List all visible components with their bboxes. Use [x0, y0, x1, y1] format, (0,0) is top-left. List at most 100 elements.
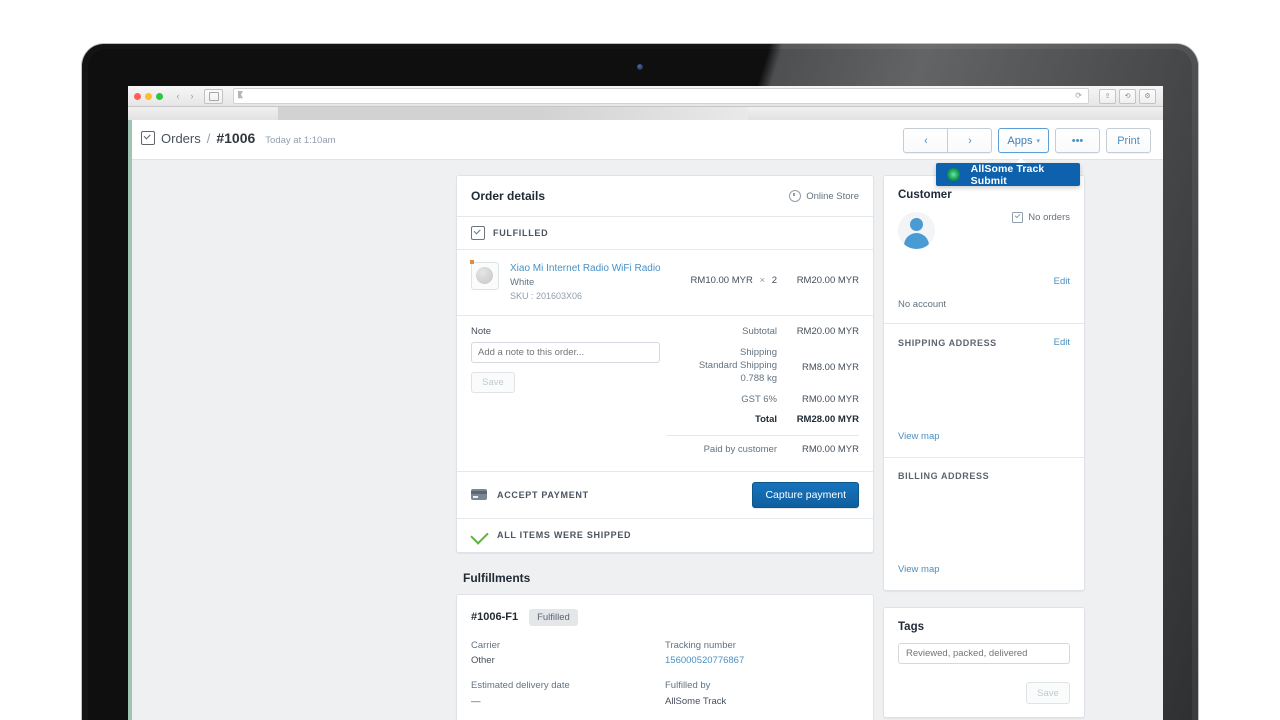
- allsome-dot-icon: [947, 168, 960, 181]
- tab-strip-right[interactable]: [538, 107, 748, 120]
- brand-accent-strip: [128, 120, 132, 720]
- breadcrumb: Orders / #1006 Today at 1:10am: [141, 130, 336, 146]
- sales-channel-label: Online Store: [806, 191, 859, 202]
- print-button[interactable]: Print: [1106, 128, 1151, 153]
- topbar-actions: ‹ › Apps ▾ ••• Print: [903, 128, 1151, 153]
- page-title: #1006: [216, 130, 255, 146]
- customer-edit-wrap: Edit: [898, 271, 1070, 289]
- line-item: Xiao Mi Internet Radio WiFi Radio White …: [457, 250, 873, 315]
- apps-dropdown-menu[interactable]: AllSome Track Submit: [936, 163, 1080, 186]
- settings-icon[interactable]: ⚙: [1139, 89, 1156, 104]
- status-badge: FULFILLED: [493, 228, 548, 238]
- billing-address-body: [898, 481, 1070, 559]
- customer-card: Customer No orders E: [883, 175, 1085, 591]
- fulfillment-details-row-2: Estimated delivery date — Fulfilled by A…: [457, 668, 873, 708]
- tracking-number-link[interactable]: 156000520776867: [665, 653, 859, 668]
- main-column: Order details Online Store FULFILLED: [456, 175, 874, 720]
- fulfillment-status-row: FULFILLED: [457, 217, 873, 249]
- menu-item-allsome-track-submit[interactable]: AllSome Track Submit: [971, 163, 1080, 187]
- more-actions-button[interactable]: •••: [1055, 128, 1100, 153]
- breadcrumb-orders-link[interactable]: Orders: [161, 131, 201, 146]
- eta-field: Estimated delivery date —: [471, 678, 665, 708]
- url-bar[interactable]: ⟳: [233, 88, 1089, 104]
- shipping-title: Shipping: [699, 347, 777, 360]
- browser-forward-icon[interactable]: ›: [186, 89, 198, 103]
- browser-nav[interactable]: ‹ ›: [172, 89, 198, 103]
- shipping-view-map-link[interactable]: View map: [898, 431, 940, 442]
- accept-payment-left: ACCEPT PAYMENT: [471, 489, 589, 500]
- browser-back-icon[interactable]: ‹: [172, 89, 184, 103]
- reload-icon[interactable]: ⟳: [1075, 91, 1082, 100]
- history-icon[interactable]: ⟲: [1119, 89, 1136, 104]
- customer-avatar-row: No orders: [898, 212, 1070, 249]
- product-variant: White: [510, 276, 691, 290]
- billing-address-title: BILLING ADDRESS: [898, 471, 1070, 481]
- order-details-card: Order details Online Store FULFILLED: [456, 175, 874, 553]
- checked-square-icon: [1012, 212, 1023, 223]
- tags-section: Tags Save: [884, 608, 1084, 717]
- check-icon: [470, 526, 488, 544]
- order-timestamp: Today at 1:10am: [265, 135, 335, 146]
- multiply-icon: ×: [760, 275, 766, 286]
- shipping-address-section: SHIPPING ADDRESS Edit View map: [884, 324, 1084, 457]
- webcam-icon: [637, 64, 643, 70]
- shipped-label: ALL ITEMS WERE SHIPPED: [497, 530, 631, 540]
- shipped-status-row: ALL ITEMS WERE SHIPPED: [457, 519, 873, 552]
- product-image-placeholder: [476, 267, 493, 284]
- note-input[interactable]: [471, 342, 660, 363]
- tab-overview-button[interactable]: [204, 89, 223, 104]
- apps-dropdown-button[interactable]: Apps ▾: [998, 128, 1049, 153]
- subtotal-label: Subtotal: [742, 326, 777, 339]
- product-link[interactable]: Xiao Mi Internet Radio WiFi Radio: [510, 262, 691, 276]
- avatar: [898, 212, 935, 249]
- breadcrumb-separator: /: [207, 131, 211, 146]
- share-icon[interactable]: ⇪: [1099, 89, 1116, 104]
- tags-card: Tags Save: [883, 607, 1085, 718]
- window-controls[interactable]: [128, 93, 163, 100]
- shipping-address-body: [898, 348, 1070, 426]
- shipping-weight: 0.788 kg: [699, 373, 777, 386]
- eta-value: —: [471, 694, 665, 709]
- eta-label: Estimated delivery date: [471, 678, 665, 693]
- browser-chrome: ‹ › ⟳ ⇪ ⟲ ⚙: [128, 86, 1163, 107]
- fulfilled-by-label: Fulfilled by: [665, 678, 859, 693]
- order-details-header: Order details Online Store: [457, 176, 873, 216]
- tracking-label: Tracking number: [665, 638, 859, 653]
- tab-strip-left[interactable]: [278, 107, 538, 120]
- maximize-icon[interactable]: [156, 93, 163, 100]
- avatar-head: [910, 218, 923, 231]
- orders-icon: [141, 131, 155, 145]
- billing-address-section: BILLING ADDRESS View map: [884, 458, 1084, 590]
- paid-value: RM0.00 MYR: [777, 444, 859, 455]
- clock-icon: [789, 190, 801, 202]
- shipping-address-edit-link[interactable]: Edit: [1054, 337, 1070, 348]
- fulfillments-title: Fulfillments: [456, 571, 874, 585]
- avatar-body: [904, 233, 929, 249]
- total-label: Total: [755, 414, 777, 427]
- capture-payment-button[interactable]: Capture payment: [752, 482, 859, 508]
- totals-row: GST 6% RM0.00 MYR: [666, 394, 859, 407]
- browser-right-actions[interactable]: ⇪ ⟲ ⚙: [1099, 89, 1163, 104]
- next-order-button[interactable]: ›: [948, 128, 992, 153]
- subtotal-value: RM20.00 MYR: [777, 326, 859, 337]
- tags-input[interactable]: [898, 643, 1070, 664]
- minimize-icon[interactable]: [145, 93, 152, 100]
- prev-order-button[interactable]: ‹: [903, 128, 948, 153]
- billing-view-map-link[interactable]: View map: [898, 564, 940, 575]
- fulfillment-id: #1006-F1: [471, 611, 518, 623]
- tax-label: GST 6%: [741, 394, 777, 407]
- divider: [666, 435, 859, 436]
- note-and-totals: Note Save Subtotal RM20.00 MYR Sh: [457, 316, 873, 471]
- customer-edit-link[interactable]: Edit: [1054, 276, 1070, 287]
- carrier-field: Carrier Other: [471, 638, 665, 668]
- no-account-text: No account: [898, 299, 1070, 310]
- tags-save-button[interactable]: Save: [1026, 682, 1070, 704]
- totals-row: Shipping Standard Shipping 0.788 kg RM8.…: [666, 347, 859, 385]
- line-item-total: RM20.00 MYR: [777, 262, 859, 286]
- line-item-info: Xiao Mi Internet Radio WiFi Radio White …: [510, 262, 691, 303]
- note-save-button[interactable]: Save: [471, 372, 515, 393]
- close-icon[interactable]: [134, 93, 141, 100]
- note-label: Note: [471, 326, 666, 337]
- apps-label: Apps: [1007, 135, 1032, 147]
- fulfillment-card: #1006-F1 Fulfilled Carrier Other Trackin…: [456, 594, 874, 720]
